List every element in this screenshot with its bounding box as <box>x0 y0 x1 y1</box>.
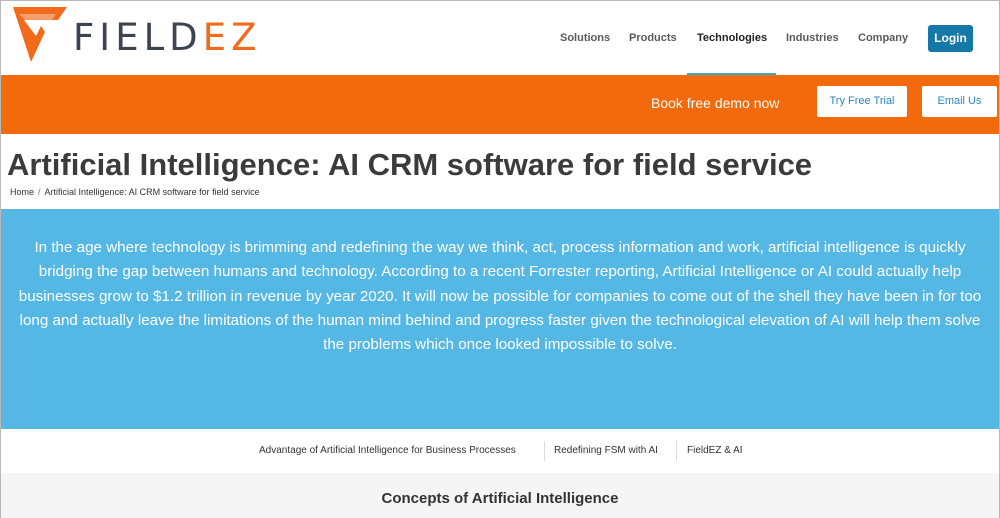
logo-wordmark: FIELDEZ <box>73 18 261 58</box>
subnav-item-redefining-fsm[interactable]: Redefining FSM with AI <box>554 445 658 456</box>
subnav-divider <box>676 441 677 461</box>
logo-mark-icon <box>13 7 67 62</box>
fieldez-logo[interactable]: FIELDEZ <box>11 4 271 66</box>
breadcrumb-current: Artificial Intelligence: AI CRM software… <box>44 187 260 197</box>
try-free-trial-button[interactable]: Try Free Trial <box>817 86 907 117</box>
nav-item-solutions[interactable]: Solutions <box>560 32 610 44</box>
subnav-divider <box>544 441 545 461</box>
nav-item-technologies[interactable]: Technologies <box>697 32 767 44</box>
concepts-heading: Concepts of Artificial Intelligence <box>381 490 619 507</box>
site-header: FIELDEZ Solutions Products Technologies … <box>1 1 999 75</box>
section-subnav: Advantage of Artificial Intelligence for… <box>1 429 999 473</box>
page-title: Artificial Intelligence: AI CRM software… <box>7 147 813 182</box>
breadcrumb-separator: / <box>38 187 41 197</box>
nav-item-industries[interactable]: Industries <box>786 32 839 44</box>
cta-text: Book free demo now <box>651 95 780 111</box>
email-us-button[interactable]: Email Us <box>922 86 997 117</box>
logo-text-accent: EZ <box>202 16 262 59</box>
login-button[interactable]: Login <box>928 25 973 52</box>
concepts-section: Concepts of Artificial Intelligence <box>1 473 999 518</box>
breadcrumb: Home / Artificial Intelligence: AI CRM sof… <box>10 187 260 197</box>
subnav-item-advantage[interactable]: Advantage of Artificial Intelligence for… <box>259 445 516 456</box>
intro-paragraph: In the age where technology is brimming … <box>18 239 982 354</box>
subnav-item-fieldez-ai[interactable]: FieldEZ & AI <box>687 445 743 456</box>
cta-bar: Book free demo now Try Free Trial Email … <box>1 75 999 134</box>
breadcrumb-home-link[interactable]: Home <box>10 187 34 197</box>
nav-item-company[interactable]: Company <box>858 32 908 44</box>
logo-text-main: FIELD <box>73 16 203 59</box>
intro-section: In the age where technology is brimming … <box>1 209 999 429</box>
nav-item-products[interactable]: Products <box>629 32 677 44</box>
